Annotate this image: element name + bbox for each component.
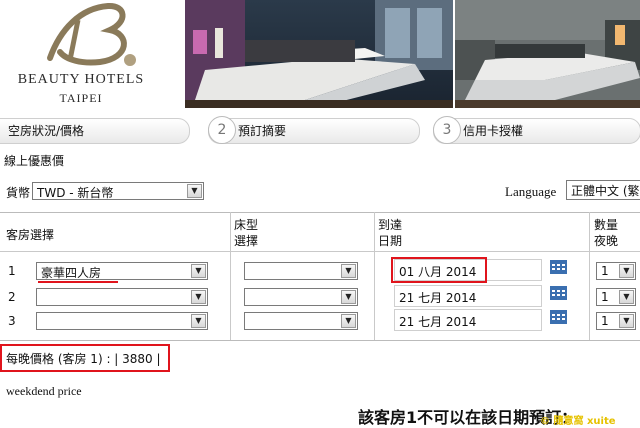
calendar-icon[interactable]	[550, 260, 567, 274]
header-nights: 數量 夜晚	[594, 218, 619, 248]
bed-select-3[interactable]: ▼	[244, 312, 358, 330]
nights-select-3[interactable]: 1 ▼	[596, 312, 636, 330]
room-underline	[38, 281, 118, 283]
bed-select-1[interactable]: ▼	[244, 262, 358, 280]
chevron-down-icon: ▼	[619, 264, 634, 278]
step-summary[interactable]: 2 預訂摘要	[208, 116, 420, 144]
header-divider	[0, 251, 640, 252]
date-value: 21 七月 2014	[399, 315, 477, 329]
date-value: 21 七月 2014	[399, 291, 477, 305]
room-photo-2	[455, 0, 640, 108]
step-credit-card[interactable]: 3 信用卡授權	[433, 116, 640, 144]
weekend-note: weekdend price	[6, 384, 82, 398]
nights-value: 1	[601, 264, 609, 278]
chevron-down-icon: ▼	[191, 314, 206, 328]
header-arrival: 到達 日期	[378, 218, 403, 248]
arrival-date-3[interactable]: 21 七月 2014	[394, 309, 542, 331]
watermark: © 隨意窩 xuite	[540, 416, 616, 427]
column-divider	[374, 212, 375, 340]
chevron-down-icon: ▼	[341, 290, 356, 304]
step-availability[interactable]: 空房狀況/價格	[0, 116, 200, 144]
row-number: 2	[8, 290, 16, 304]
hotel-logo[interactable]: BEAUTY HOTELS TAIPEI	[0, 0, 185, 108]
brand-name: BEAUTY HOTELS	[17, 72, 145, 87]
header-bed: 床型 選擇	[234, 218, 259, 248]
logo-mark-icon	[47, 3, 136, 66]
chevron-down-icon: ▼	[341, 314, 356, 328]
chevron-down-icon: ▼	[187, 184, 202, 198]
section-title: 線上優惠價	[4, 154, 65, 168]
room-select-1[interactable]: 豪華四人房 ▼	[36, 262, 208, 280]
row-number: 3	[8, 314, 16, 328]
brand-city: TAIPEI	[59, 91, 103, 105]
table-bottom-border	[0, 340, 640, 341]
highlight-box	[391, 257, 487, 283]
column-divider	[230, 212, 231, 340]
chevron-down-icon: ▼	[619, 314, 634, 328]
step-label: 信用卡授權	[463, 124, 524, 138]
calendar-icon[interactable]	[550, 286, 567, 300]
chevron-down-icon: ▼	[619, 290, 634, 304]
nights-select-1[interactable]: 1 ▼	[596, 262, 636, 280]
language-value: 正體中文 (繁	[571, 184, 640, 198]
step-number: 2	[208, 116, 236, 144]
row-number: 1	[8, 264, 16, 278]
room-select-2[interactable]: ▼	[36, 288, 208, 306]
room-select-3[interactable]: ▼	[36, 312, 208, 330]
step-label: 預訂摘要	[238, 124, 287, 138]
nights-select-2[interactable]: 1 ▼	[596, 288, 636, 306]
step-number: 3	[433, 116, 461, 144]
arrival-date-2[interactable]: 21 七月 2014	[394, 285, 542, 307]
chevron-down-icon: ▼	[191, 290, 206, 304]
step-label: 空房狀況/價格	[8, 124, 85, 138]
header-banner: BEAUTY HOTELS TAIPEI	[0, 0, 640, 108]
calendar-icon[interactable]	[550, 310, 567, 324]
bed-select-2[interactable]: ▼	[244, 288, 358, 306]
column-divider	[589, 212, 590, 340]
room-value: 豪華四人房	[41, 266, 102, 280]
chevron-down-icon: ▼	[341, 264, 356, 278]
price-per-night: 每晚價格 (客房 1) : | 3880 |	[6, 352, 161, 366]
header-room: 客房選擇	[6, 228, 55, 242]
chevron-down-icon: ▼	[191, 264, 206, 278]
currency-label: 貨幣	[6, 186, 31, 200]
language-select[interactable]: 正體中文 (繁	[566, 180, 640, 200]
currency-value: TWD - 新台幣	[37, 186, 114, 200]
booking-steps: 空房狀況/價格 2 預訂摘要 3 信用卡授權	[0, 116, 640, 144]
language-label: Language	[505, 184, 557, 199]
room-photo-1	[185, 0, 453, 108]
currency-select[interactable]: TWD - 新台幣 ▼	[32, 182, 204, 200]
